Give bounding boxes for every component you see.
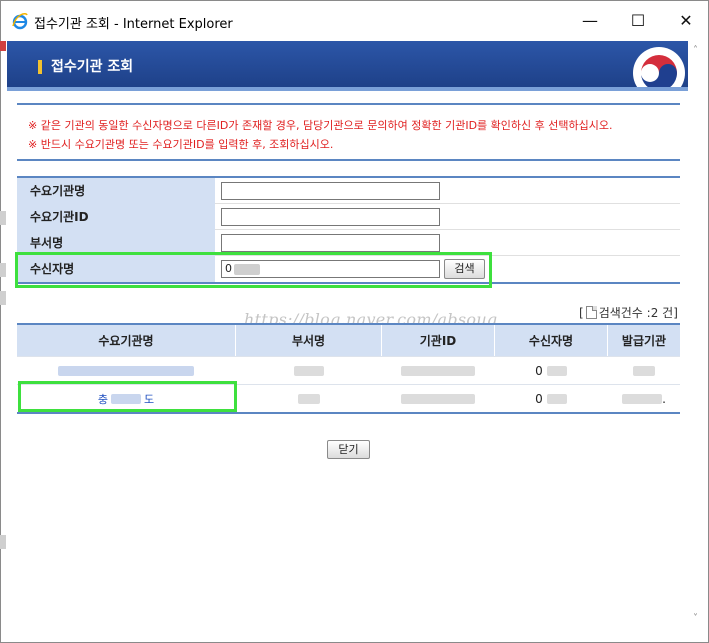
form-row-org-id: 수요기관ID [17, 203, 680, 230]
department-cell [236, 357, 382, 384]
internet-explorer-icon [12, 13, 28, 30]
background-page-edge [0, 211, 6, 225]
department-cell [236, 385, 382, 412]
minimize-icon: — [582, 10, 598, 30]
page-title: 접수기관 조회 [51, 59, 134, 75]
receiver-value: 0 [535, 391, 543, 406]
document-icon [585, 306, 597, 319]
col-org-id: 기관ID [382, 325, 495, 356]
scroll-down-arrow-icon[interactable]: ˅ [693, 613, 698, 624]
title-marker [38, 60, 42, 74]
notice-box: ※ 같은 기관의 동일한 수신자명으로 다른ID가 존재할 경우, 담당기관으로… [17, 103, 680, 161]
redacted-org-link[interactable] [58, 365, 194, 376]
redacted-text [546, 365, 567, 376]
redacted-text [633, 365, 655, 376]
org-id-cell [382, 385, 495, 412]
org-id-cell [382, 357, 495, 384]
receiver-value: 0 [535, 363, 543, 378]
table-header: 수요기관명 부서명 기관ID 수신자명 발급기관 [17, 325, 680, 356]
header-banner: 접수기관 조회 [7, 41, 688, 91]
result-count-bracket: [ [579, 305, 584, 320]
org-id-label: 수요기관ID [17, 203, 215, 230]
result-count-text: 검색건수 :2 건] [598, 306, 678, 320]
col-issuer: 발급기관 [621, 334, 667, 348]
background-page-edge [0, 291, 6, 305]
receiver-cell: 0 [495, 357, 608, 384]
redacted-text [293, 365, 324, 376]
department-input[interactable] [221, 234, 440, 252]
banner-stripe [7, 87, 688, 91]
issuer-cell: . [608, 385, 680, 412]
form-row-org-name: 수요기관명 [17, 177, 680, 204]
redacted-text [546, 393, 567, 404]
org-name-cell[interactable] [17, 357, 236, 384]
scroll-up-arrow-icon[interactable]: ˄ [693, 45, 698, 56]
col-department: 부서명 [236, 325, 382, 356]
org-id-input[interactable] [221, 208, 440, 226]
issuer-suffix: . [662, 391, 666, 406]
minimize-button[interactable]: — [567, 5, 613, 35]
close-button[interactable]: 닫기 [327, 440, 370, 459]
notice-line: ※ 같은 기관의 동일한 수신자명으로 다른ID가 존재할 경우, 담당기관으로… [28, 119, 613, 132]
close-icon: ✕ [679, 10, 693, 30]
title-bar: 접수기관 조회 - Internet Explorer — ☐ ✕ [1, 1, 708, 39]
background-page-edge [0, 263, 6, 277]
government-emblem-icon [633, 47, 685, 91]
table-row[interactable]: 0 [17, 356, 680, 384]
issuer-cell [608, 357, 680, 384]
maximize-icon: ☐ [630, 10, 646, 30]
notice-line: ※ 반드시 수요기관명 또는 수요기관ID를 입력한 후, 조회하십시오. [28, 138, 334, 151]
receiver-cell: 0 [495, 385, 608, 412]
col-receiver: 수신자명 [495, 325, 608, 356]
highlight-box-result-row [18, 381, 237, 412]
redacted-text [622, 393, 663, 404]
close-window-button[interactable]: ✕ [663, 5, 709, 35]
window-title: 접수기관 조회 - Internet Explorer [34, 17, 233, 32]
redacted-text [401, 393, 475, 404]
background-page-edge [0, 41, 6, 51]
maximize-button[interactable]: ☐ [615, 5, 661, 35]
background-page-edge [0, 535, 6, 549]
org-name-input[interactable] [221, 182, 440, 200]
org-name-label: 수요기관명 [17, 177, 215, 204]
result-count: [ 검색건수 :2 건] [579, 304, 678, 321]
col-org-name: 수요기관명 [17, 325, 236, 356]
redacted-text [401, 365, 475, 376]
browser-window: 접수기관 조회 - Internet Explorer — ☐ ✕ 접수기관 조… [0, 0, 709, 643]
highlight-box-receiver [15, 252, 492, 288]
redacted-text [297, 393, 320, 404]
